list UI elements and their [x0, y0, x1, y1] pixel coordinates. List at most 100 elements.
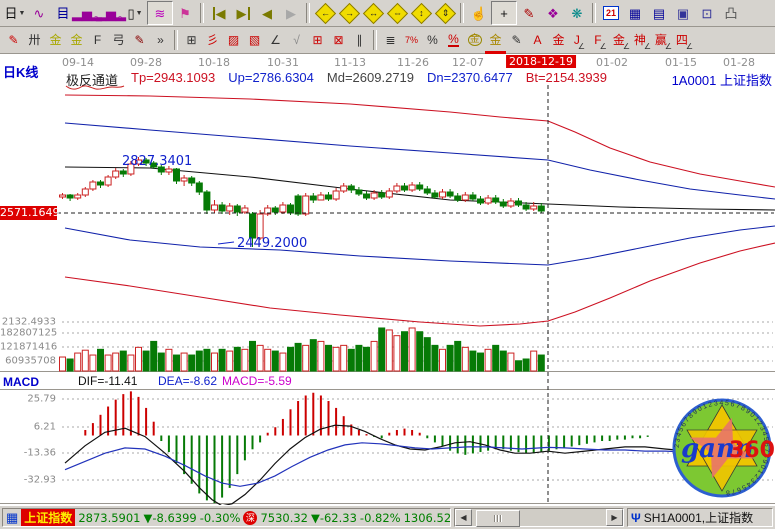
red-pen-icon[interactable]: ✎ — [3, 29, 24, 51]
toolbar-separator — [460, 3, 464, 23]
axis-label: -13.36 — [0, 448, 56, 459]
print-icon[interactable]: 凸 — [719, 2, 743, 24]
prev-bar-icon[interactable]: ◀ — [255, 2, 279, 24]
axis-label: 6.21 — [0, 422, 56, 433]
zoom-all-icon[interactable]: ⇕ — [433, 2, 457, 24]
percent-icon[interactable]: % — [422, 29, 443, 51]
angle-lines-icon[interactable]: ∠ — [265, 29, 286, 51]
fan-box-alt-icon[interactable]: ▧ — [244, 29, 265, 51]
next-bar-icon[interactable]: ▶ — [279, 2, 303, 24]
shenzhen-icon[interactable]: 深 — [243, 511, 257, 525]
pen-level-icon[interactable]: ✎ — [506, 29, 527, 51]
sh-index-change: ▼-8.6399 — [144, 511, 197, 525]
gold-angle-icon[interactable]: 金∠ — [611, 29, 632, 51]
f-angle-icon[interactable]: F∠ — [590, 29, 611, 51]
antenna-icon: Ψ — [631, 511, 641, 525]
horizontal-scrollbar[interactable]: ◀ ▶ — [454, 508, 624, 527]
macd-pane-label: MACD — [3, 375, 39, 389]
gann360-logo: 2345678901234567890123456789012345678 ga… — [670, 396, 774, 500]
current-symbol-text: SH1A0001,上证指数 — [644, 509, 753, 526]
quote-grid-icon[interactable]: ▦ — [6, 510, 18, 526]
toolbar-separator — [592, 3, 596, 23]
gold-gann-b-icon[interactable]: 金 — [66, 29, 87, 51]
red-grid-icon[interactable]: ⊞ — [307, 29, 328, 51]
sz-index-percent: -0.82% — [360, 511, 401, 525]
toolbar-separator — [306, 3, 310, 23]
export-web-icon[interactable]: ⊡ — [695, 2, 719, 24]
toolbar-main: 日▼∿目▂▅▂3▂▅▂9▯▼≋⚑◀▶◀▶←→↔⇔↕⇕☝+✎❖❋21▦▤▣⊡凸 — [0, 0, 775, 27]
red-grid-x-icon[interactable]: ⊠ — [328, 29, 349, 51]
gold-level-icon[interactable]: 金 — [485, 29, 506, 51]
first-bar-icon[interactable]: ◀ — [207, 2, 231, 24]
percent-gold-icon[interactable]: % — [443, 29, 464, 51]
save-icon[interactable]: ▣ — [671, 2, 695, 24]
axis-label: -32.93 — [0, 475, 56, 486]
spiral-tool-icon[interactable]: 弓 — [108, 29, 129, 51]
draw-line-icon[interactable]: ✎ — [517, 2, 541, 24]
index-summary-panel: ▦ 上证指数 2873.5901 ▼-8.6399 -0.30% 深 7530.… — [2, 508, 451, 527]
axis-label: 60935708 — [0, 356, 56, 367]
period-day-selector[interactable]: 日▼ — [3, 2, 27, 24]
scroll-left-button[interactable]: ◀ — [455, 509, 472, 526]
axis-label: 121871416 — [0, 342, 56, 353]
fan-lines-icon[interactable]: 彡 — [202, 29, 223, 51]
turnover-amount: 1306.52 — [404, 511, 451, 525]
toolbar-separator — [373, 30, 377, 50]
percent7-icon[interactable]: 7% — [401, 29, 422, 51]
scale-list-icon[interactable]: ≣ — [380, 29, 401, 51]
j-angle-icon[interactable]: J∠ — [569, 29, 590, 51]
wave-a-icon[interactable]: A — [527, 29, 548, 51]
jump-right-icon[interactable]: → — [337, 2, 361, 24]
check-lines-icon[interactable]: √ — [286, 29, 307, 51]
sz-index-change: ▼-62.33 — [311, 511, 357, 525]
jump-left-icon[interactable]: ← — [313, 2, 337, 24]
svg-text:360: 360 — [729, 438, 774, 463]
sz-index-price: 7530.32 — [260, 511, 308, 525]
calculator-icon[interactable]: ▦ — [623, 2, 647, 24]
gold-box-icon[interactable]: 金 — [548, 29, 569, 51]
wave9-icon[interactable]: ▂▅▂9 — [99, 2, 123, 24]
si-angle-icon[interactable]: 四∠ — [674, 29, 695, 51]
scrollbar-thumb[interactable] — [476, 510, 520, 527]
expand-vertical-icon[interactable]: ↕ — [409, 2, 433, 24]
scrollbar-track[interactable] — [472, 510, 606, 525]
gann-grid-icon[interactable]: 卅 — [24, 29, 45, 51]
more-tools-chevron-icon[interactable]: » — [150, 29, 171, 51]
symbol-panel: Ψ SH1A0001,上证指数 — [627, 508, 773, 527]
axis-label: 182807125 — [0, 328, 56, 339]
candle-type-icon[interactable]: ▯▼ — [123, 2, 147, 24]
toolbar-separator — [200, 3, 204, 23]
compress-horizontal-icon[interactable]: ⇔ — [385, 2, 409, 24]
color-flag-icon[interactable]: ⚑ — [173, 2, 197, 24]
pen-ruler-icon[interactable]: ✎ — [129, 29, 150, 51]
pattern-lasso-icon[interactable]: ❖ — [541, 2, 565, 24]
toolbar-separator — [174, 30, 178, 50]
f-gann-icon[interactable]: F — [87, 29, 108, 51]
index-badge[interactable]: 上证指数 — [21, 509, 75, 526]
channel-overlay-icon[interactable]: ≋ — [147, 1, 173, 25]
notes-icon[interactable]: ▤ — [647, 2, 671, 24]
expand-horizontal-icon[interactable]: ↔ — [361, 2, 385, 24]
calendar-icon[interactable]: 21 — [599, 2, 623, 24]
scroll-right-button[interactable]: ▶ — [606, 509, 623, 526]
fan-box-icon[interactable]: ▨ — [223, 29, 244, 51]
gold-gann-a-icon[interactable]: 金 — [45, 29, 66, 51]
sh-index-percent: -0.30% — [200, 511, 241, 525]
zigzag-overlay-icon[interactable]: ∿ — [27, 2, 51, 24]
neural-net-icon[interactable]: ❋ — [565, 2, 589, 24]
gann360-app: 日▼∿目▂▅▂3▂▅▂9▯▼≋⚑◀▶◀▶←→↔⇔↕⇕☝+✎❖❋21▦▤▣⊡凸 ✎… — [0, 0, 775, 529]
pan-hand-icon[interactable]: ☝ — [467, 2, 491, 24]
axis-label: 25.79 — [0, 394, 56, 405]
crosshair-icon[interactable]: + — [491, 1, 517, 25]
macd-header-value: DEA=-8.62 — [158, 374, 217, 388]
box-range-icon[interactable]: ⊞ — [181, 29, 202, 51]
last-bar-icon[interactable]: ▶ — [231, 2, 255, 24]
chart-area: 日K线 09-1409-2810-1810-3111-1311-2612-072… — [0, 54, 775, 505]
axis-label: 2132.4933 — [0, 317, 56, 328]
ying-angle-icon[interactable]: 赢∠ — [653, 29, 674, 51]
price-marker: 2571.1649 — [0, 206, 57, 220]
shen-angle-icon[interactable]: 神∠ — [632, 29, 653, 51]
main-chart-canvas[interactable] — [0, 54, 775, 505]
gold-circle-icon[interactable]: 金 — [464, 29, 485, 51]
slash-lines-icon[interactable]: ∥ — [349, 29, 370, 51]
